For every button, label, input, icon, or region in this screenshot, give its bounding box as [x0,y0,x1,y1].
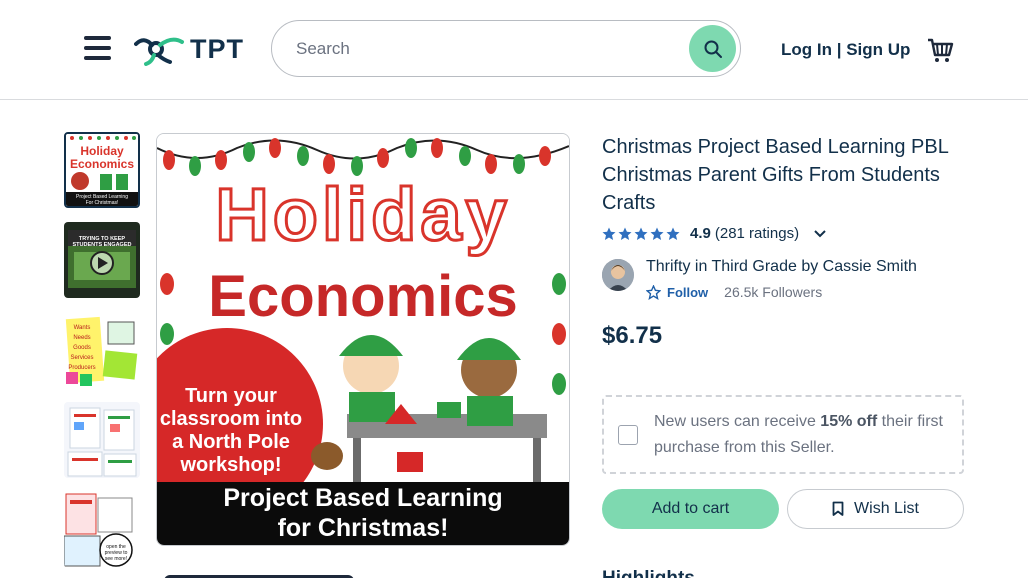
wish-list-button[interactable]: Wish List [787,489,964,529]
logo-figure-icon [134,37,184,66]
product-info: Christmas Project Based Learning PBL Chr… [602,133,964,529]
star-outline-icon [646,284,661,300]
svg-text:Turn your: Turn your [185,385,277,407]
svg-text:see more!: see more! [105,556,127,562]
thumb-1-line-2: Economics [70,157,134,171]
follower-count: 26.5k Followers [724,284,823,300]
svg-text:a North Pole: a North Pole [172,431,290,453]
action-buttons: Add to cart Wish List [602,489,964,529]
add-to-cart-button[interactable]: Add to cart [602,489,779,529]
highlights-heading: Highlights [602,568,695,578]
tpt-logo[interactable]: TPT [134,32,250,66]
svg-text:Needs: Needs [73,335,90,341]
rating-count: (281 ratings) [714,225,800,242]
star-rating [602,227,680,241]
cart-icon[interactable] [926,36,954,64]
star-icon [618,227,632,240]
banner-line-2: for Christmas! [278,514,449,542]
star-icon [650,227,664,240]
price: $6.75 [602,322,663,349]
thumb-1-line-1: Holiday [80,144,124,158]
svg-text:workshop!: workshop! [179,454,281,476]
seller-avatar[interactable] [602,259,634,291]
search-button[interactable] [689,25,736,72]
svg-text:Goods: Goods [73,345,91,351]
headline-economics: Economics [208,264,517,329]
thumbnail-worksheets[interactable] [64,402,140,478]
promo-discount: 15% off [820,413,878,430]
seller-name[interactable]: Thrifty in Third Grade by Cassie Smith [646,258,917,276]
thumbnail-open-preview[interactable]: open the preview to see more! [64,492,140,568]
thumbnail-video[interactable]: TRYING TO KEEP STUDENTS ENGAGED [64,222,140,298]
star-icon [634,227,648,240]
star-icon [602,227,616,240]
thumbnail-list: Holiday Economics Project Based Learning… [64,132,142,578]
seller-row: Thrifty in Third Grade by Cassie Smith F… [602,258,964,300]
logo-text: TPT [190,33,244,64]
promo-box: New users can receive 15% off their firs… [602,395,964,474]
rating-row: 4.9 (281 ratings) [602,225,964,242]
svg-text:Producers: Producers [68,365,95,371]
login-link[interactable]: Log In [781,40,832,59]
follow-row: Follow 26.5k Followers [646,284,917,300]
auth-links: Log In | Sign Up [781,40,910,60]
chevron-down-icon[interactable] [813,229,827,239]
promo-checkbox[interactable] [618,425,638,445]
promo-text: New users can receive 15% off their firs… [654,409,954,461]
top-header: TPT Log In | Sign Up [0,0,1028,100]
thumbnail-cover[interactable]: Holiday Economics Project Based Learning… [64,132,140,208]
search-icon [704,40,722,58]
svg-text:STUDENTS ENGAGED: STUDENTS ENGAGED [73,242,132,248]
headline-holiday: Holiday [215,173,510,256]
product-title: Christmas Project Based Learning PBL Chr… [602,136,949,214]
rating-value: 4.9 [690,225,711,242]
signup-link[interactable]: Sign Up [846,40,910,59]
search-bar [271,20,741,77]
search-input[interactable] [296,33,686,65]
wish-list-label: Wish List [854,500,919,517]
svg-text:For Christmas!: For Christmas! [86,200,119,206]
svg-text:Wants: Wants [74,325,91,331]
thumbnail-sort-cards[interactable]: Wants Needs Goods Services Producers [64,312,140,388]
follow-button[interactable]: Follow [646,284,709,300]
svg-text:Services: Services [70,355,93,361]
svg-text:classroom into: classroom into [160,408,302,430]
star-icon [666,227,680,240]
hamburger-icon[interactable] [84,36,111,60]
promo-text-pre: New users can receive [654,413,821,430]
follow-label: Follow [667,284,709,300]
bookmark-icon [832,501,844,516]
main-product-image[interactable]: Holiday Economics Turn your classroom in… [156,133,570,546]
banner-line-1: Project Based Learning [223,484,502,512]
auth-separator: | [836,40,842,59]
